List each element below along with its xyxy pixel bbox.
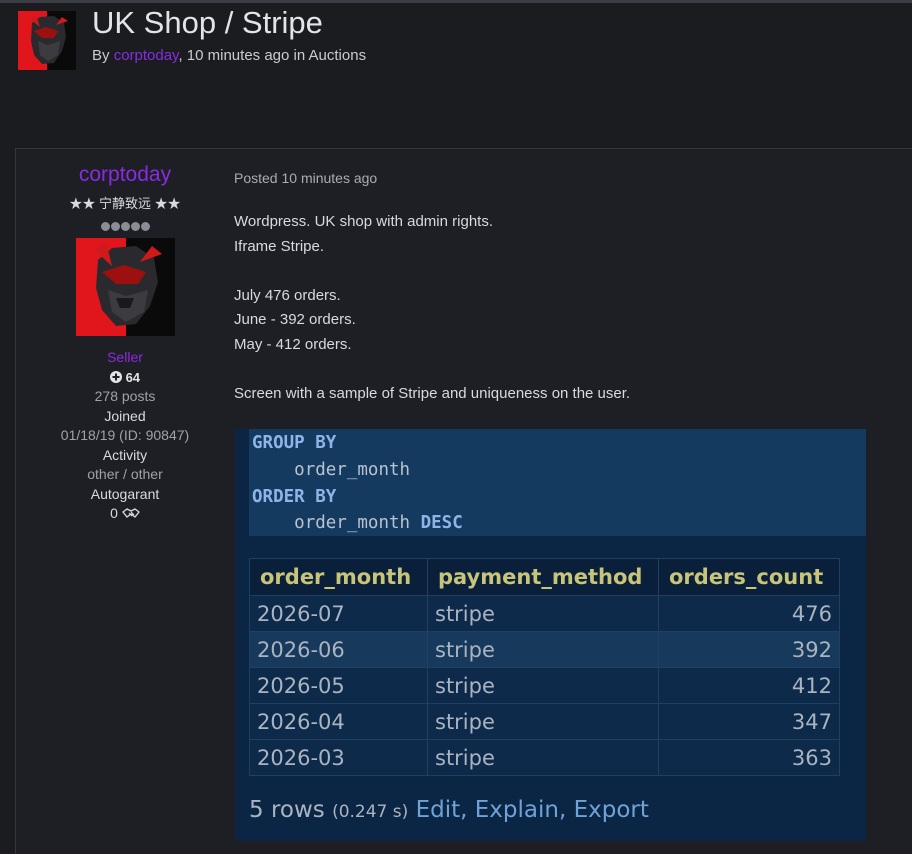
table-row: 2026-06 stripe 392 [249, 631, 840, 668]
table-cell: stripe [427, 667, 659, 704]
rank-pips [35, 218, 215, 231]
handshake-icon [122, 508, 140, 518]
rank-pip [130, 222, 140, 231]
result-footer: 5 rows (0.247 s) Edit, Explain, Export [249, 797, 649, 823]
post-content: Wordpress. UK shop with admin rights. If… [234, 210, 630, 406]
thread-time: , 10 minutes ago in [178, 47, 306, 64]
code-line: order_month [252, 460, 410, 480]
plus-circle-icon [109, 370, 122, 383]
post-line: July 476 orders. [234, 286, 341, 304]
explain-link: Explain, [474, 797, 567, 823]
thread-title: UK Shop / Stripe [92, 5, 323, 40]
rank-pip [110, 222, 120, 231]
author-avatar[interactable] [75, 238, 175, 336]
sql-identifier: order_month [294, 513, 411, 533]
author-title: ★★ 宁静致远 ★★ [69, 196, 181, 211]
thread-author-link[interactable]: corptoday [114, 47, 179, 64]
table-cell: stripe [427, 595, 659, 632]
avatar-mask-image [18, 11, 76, 70]
column-header: payment_method [427, 558, 659, 596]
autogarant-label: Autogarant [90, 485, 160, 502]
sql-screenshot[interactable]: GROUP BY order_month ORDER BY order_mont… [235, 429, 866, 841]
table-cell: 476 [658, 595, 840, 632]
rank-pip [140, 222, 150, 231]
activity-label: Activity [102, 446, 148, 463]
activity-value: other / other [87, 466, 163, 482]
post-date: Posted 10 minutes ago [234, 170, 378, 186]
table-header-row: order_month payment_method orders_count [249, 558, 840, 596]
table-cell: 2026-06 [249, 631, 428, 668]
rank-pip [120, 222, 130, 231]
post-line-blank [234, 357, 630, 382]
code-line: ORDER BY [252, 487, 336, 507]
row-count: 5 rows [249, 797, 325, 823]
thread-meta: By corptoday, 10 minutes ago in Auctions [92, 47, 366, 64]
table-cell: 2026-05 [249, 667, 428, 704]
joined-label: Joined [104, 407, 146, 424]
table-row: 2026-03 stripe 363 [249, 739, 840, 776]
joined-value: 01/18/19 (ID: 90847) [60, 427, 190, 443]
post-line: May - 412 orders. [234, 335, 352, 353]
rank-pip [100, 222, 110, 231]
table-cell: 2026-07 [249, 595, 428, 632]
table-cell: stripe [427, 703, 659, 740]
table-cell: stripe [427, 631, 659, 668]
autogarant-row: 0 [35, 504, 215, 524]
forum-link[interactable]: Auctions [309, 47, 367, 64]
post-line: June - 392 orders. [234, 311, 356, 328]
table-cell: 412 [658, 667, 840, 704]
code-line: GROUP BY [252, 433, 336, 453]
column-header: order_month [249, 558, 428, 596]
table-cell: 392 [658, 631, 840, 668]
table-row: 2026-04 stripe 347 [249, 703, 840, 740]
sql-keyword: GROUP BY [252, 433, 337, 453]
edit-link: Edit, [415, 797, 468, 823]
sql-keyword: ORDER BY [252, 487, 337, 507]
table-cell: 363 [658, 739, 840, 776]
table-cell: 347 [658, 703, 840, 740]
reputation-value: 64 [125, 369, 141, 385]
autogarant-value: 0 [110, 505, 118, 521]
post-count: 278 posts [94, 388, 156, 404]
sql-code-block: GROUP BY order_month ORDER BY order_mont… [249, 429, 866, 536]
sql-keyword: DESC [420, 513, 463, 533]
thread-author-avatar[interactable] [18, 11, 76, 70]
table-cell: stripe [427, 739, 659, 776]
top-border [0, 0, 912, 3]
query-time: (0.247 s) [332, 802, 409, 822]
table-cell: 2026-04 [249, 703, 428, 740]
export-link: Export [573, 797, 649, 823]
post-line: Iframe Stripe. [234, 237, 325, 255]
post-line: Wordpress. UK shop with admin rights. [234, 213, 493, 230]
author-name-link[interactable]: corptoday [35, 163, 215, 187]
by-label: By [92, 47, 110, 64]
sql-identifier: order_month [294, 460, 411, 480]
table-row: 2026-05 stripe 412 [249, 667, 840, 704]
author-column: corptoday ★★ 宁静致远 ★★ Seller 64 278 posts… [35, 163, 215, 524]
post-line-blank [234, 259, 630, 284]
code-line: order_month DESC [252, 513, 463, 533]
user-group: Seller [107, 349, 143, 365]
post-line: Screen with a sample of Stripe and uniqu… [234, 384, 631, 402]
avatar-mask-image [75, 238, 175, 336]
table-cell: 2026-03 [249, 739, 428, 776]
reputation: 64 [35, 368, 215, 388]
table-row: 2026-07 stripe 476 [249, 595, 840, 632]
result-table: order_month payment_method orders_count … [249, 558, 840, 776]
column-header: orders_count [658, 558, 840, 596]
